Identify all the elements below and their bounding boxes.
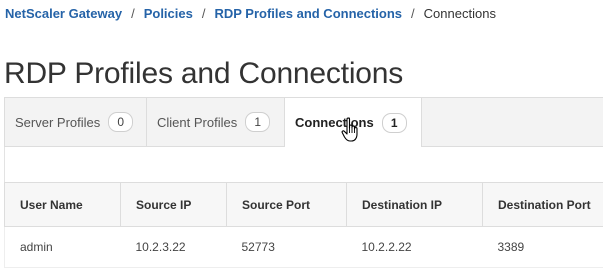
column-header-user-name[interactable]: User Name (4, 182, 121, 227)
page-title: RDP Profiles and Connections (4, 57, 404, 91)
breadcrumb-current: Connections (423, 6, 496, 21)
tab-count-badge: 0 (108, 112, 134, 132)
tab-count-badge: 1 (381, 112, 407, 133)
tab-label: Server Profiles (15, 114, 101, 130)
tab-client-profiles[interactable]: Client Profiles 1 (147, 98, 285, 146)
tab-server-profiles[interactable]: Server Profiles 0 (5, 98, 147, 146)
cell-source-port: 52773 (226, 226, 347, 268)
column-header-source-port[interactable]: Source Port (226, 182, 347, 227)
column-header-destination-ip[interactable]: Destination IP (346, 182, 483, 227)
table-row[interactable]: admin 10.2.3.22 52773 10.2.2.22 3389 (4, 226, 603, 268)
table-header-row: User Name Source IP Source Port Destinat… (4, 182, 603, 227)
connections-table: User Name Source IP Source Port Destinat… (4, 182, 603, 268)
breadcrumb-separator: / (131, 6, 135, 21)
breadcrumb-policies[interactable]: Policies (144, 6, 193, 21)
breadcrumb-separator: / (411, 6, 415, 21)
toolbar-area (4, 147, 603, 182)
column-header-source-ip[interactable]: Source IP (120, 182, 227, 227)
tab-count-badge: 1 (245, 112, 271, 132)
breadcrumb-rdp-profiles[interactable]: RDP Profiles and Connections (214, 6, 402, 21)
tab-bar: Server Profiles 0 Client Profiles 1 Conn… (4, 97, 603, 147)
cell-source-ip: 10.2.3.22 (120, 226, 227, 268)
breadcrumb-netscaler-gateway[interactable]: NetScaler Gateway (5, 6, 122, 21)
cell-destination-ip: 10.2.2.22 (346, 226, 483, 268)
column-header-destination-port[interactable]: Destination Port (482, 182, 603, 227)
tab-label: Client Profiles (157, 114, 238, 130)
cell-destination-port: 3389 (482, 226, 603, 268)
cell-user-name: admin (4, 226, 121, 268)
breadcrumb: NetScaler Gateway / Policies / RDP Profiles … (5, 6, 496, 22)
breadcrumb-separator: / (201, 6, 206, 21)
page: NetScaler Gateway / Policies / RDP Profiles … (0, 0, 603, 275)
hand-pointer-cursor-icon (341, 117, 358, 142)
